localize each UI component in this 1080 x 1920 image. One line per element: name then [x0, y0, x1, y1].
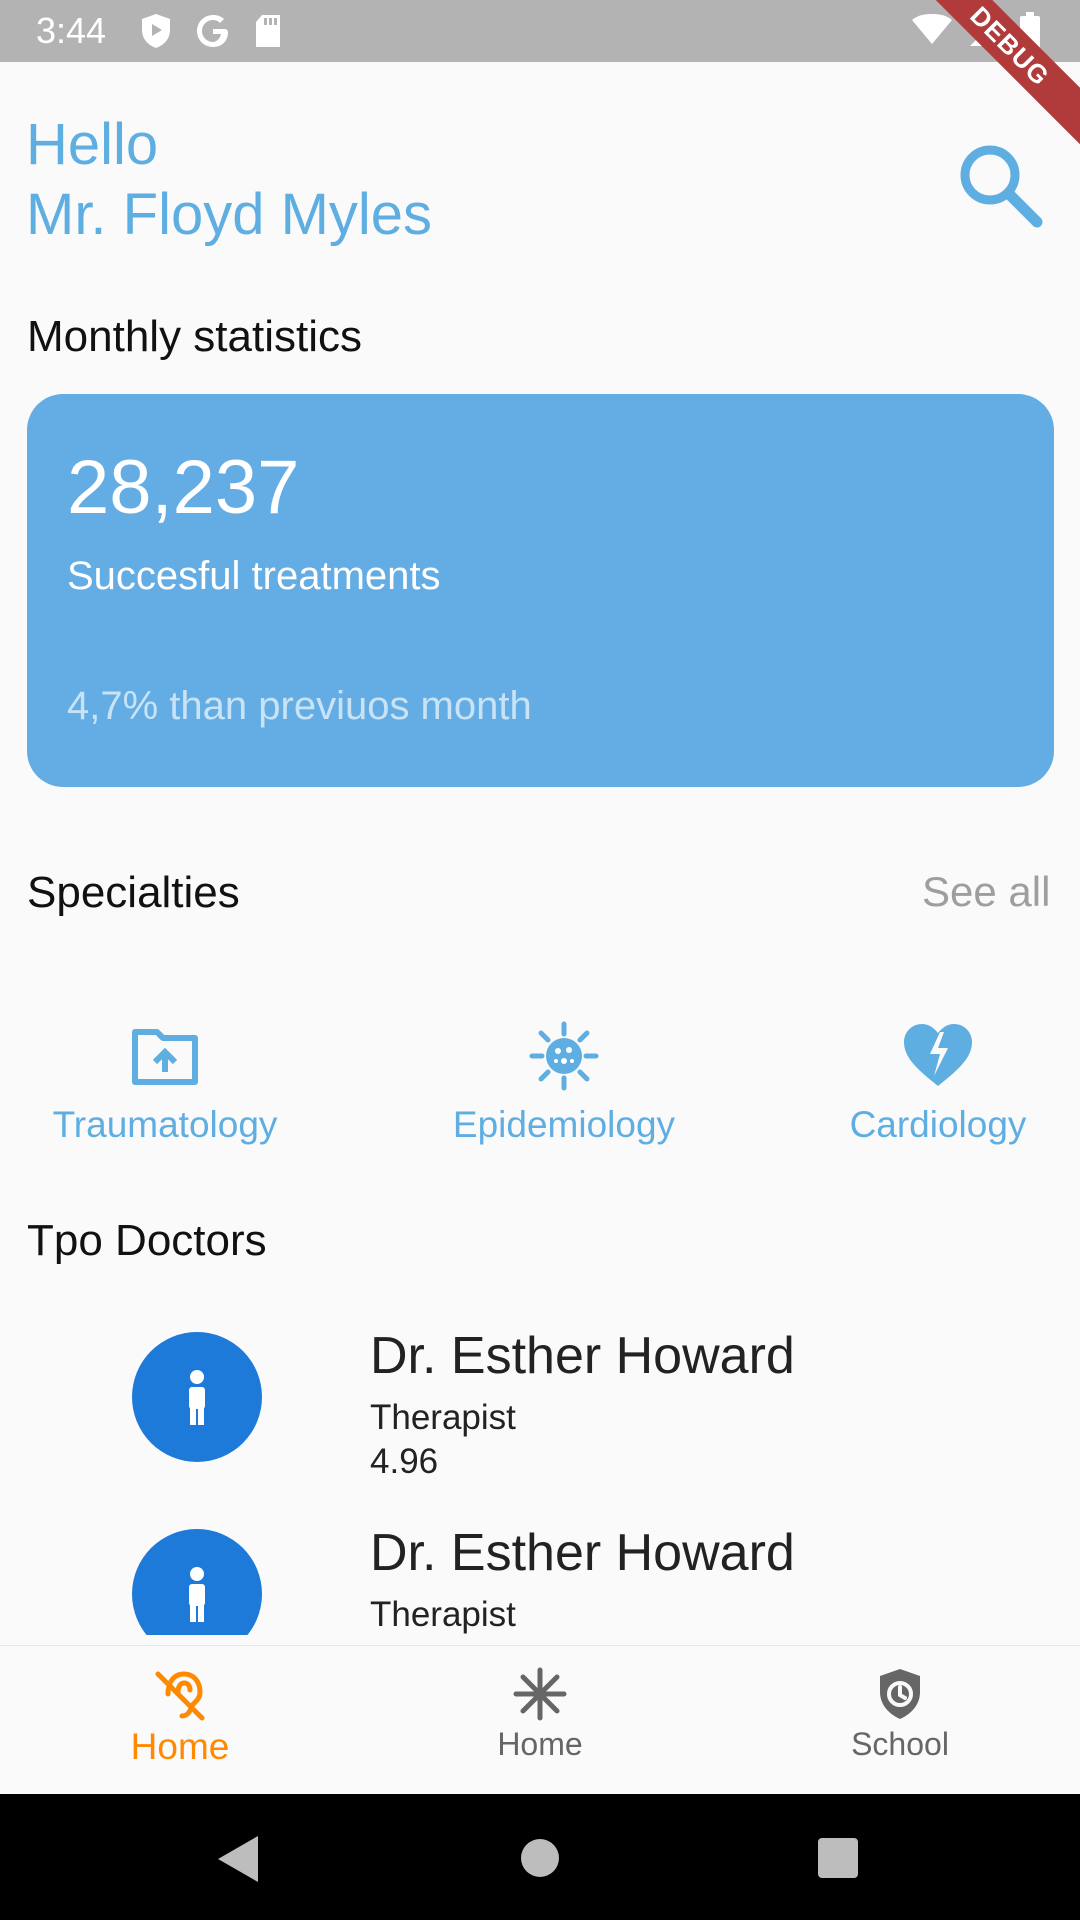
doctor-name: Dr. Esther Howard: [370, 1529, 795, 1582]
recents-icon[interactable]: [818, 1838, 858, 1878]
specialties-title: Specialties: [27, 868, 240, 917]
monthly-statistics-title: Monthly statistics: [27, 312, 362, 361]
nav-item-home-secondary[interactable]: Home: [410, 1666, 670, 1763]
system-navigation-bar: [0, 1794, 1080, 1920]
specialty-label: Traumatology: [52, 1104, 278, 1145]
stats-value: 28,237: [67, 445, 300, 530]
specialty-label: Epidemiology: [452, 1104, 676, 1145]
avatar: [132, 1332, 262, 1462]
specialty-cardiology[interactable]: Cardiology: [808, 1020, 1068, 1146]
doctor-row[interactable]: Dr. Esther Howard Therapist 4.96: [0, 1327, 1080, 1512]
sd-card-icon: [256, 15, 280, 47]
home-icon[interactable]: [520, 1838, 560, 1878]
nav-item-school[interactable]: School: [770, 1666, 1030, 1763]
folder-upload-icon: [132, 1029, 198, 1085]
wifi-icon: [912, 14, 952, 44]
broken-heart-icon: [904, 1024, 972, 1086]
virus-icon: [529, 1021, 599, 1091]
doctor-role: Therapist: [370, 1595, 516, 1634]
stats-card: 28,237 Succesful treatments 4,7% than pr…: [27, 394, 1054, 787]
nav-label: Home: [497, 1726, 583, 1762]
back-icon[interactable]: [214, 1834, 260, 1884]
shield-icon: [142, 14, 170, 48]
doctor-name: Dr. Esther Howard: [370, 1327, 795, 1385]
nav-label: School: [851, 1726, 949, 1762]
hearing-disabled-icon: [155, 1671, 205, 1721]
status-icons-left: [140, 12, 282, 50]
nav-item-home[interactable]: Home: [50, 1666, 310, 1768]
see-all-link[interactable]: See all: [922, 868, 1050, 916]
greeting-user-name: Mr. Floyd Myles: [26, 182, 433, 247]
snowflake-icon: [513, 1667, 567, 1721]
specialty-epidemiology[interactable]: Epidemiology: [434, 1020, 694, 1146]
greeting: Hello Mr. Floyd Myles: [26, 110, 432, 250]
specialty-label: Cardiology: [849, 1104, 1027, 1145]
greeting-hello: Hello: [26, 112, 159, 177]
person-icon: [189, 1370, 205, 1425]
shield-clock-icon: [880, 1669, 920, 1719]
person-icon: [189, 1567, 205, 1622]
doctor-rating: 4.96: [370, 1442, 439, 1481]
search-icon: [960, 145, 1043, 228]
bottom-navigation: Home Home School: [0, 1645, 1080, 1795]
status-bar: 3:44 DEBUG: [0, 0, 1080, 160]
stats-label: Succesful treatments: [67, 554, 441, 598]
status-time: 3:44: [36, 10, 107, 51]
specialty-traumatology[interactable]: Traumatology: [35, 1020, 295, 1146]
avatar: [132, 1529, 262, 1635]
stats-change: 4,7% than previuos month: [67, 684, 532, 728]
nav-label: Home: [130, 1726, 230, 1767]
search-button[interactable]: [955, 140, 1045, 230]
doctor-role: Therapist: [370, 1398, 516, 1437]
google-icon: [197, 15, 228, 47]
top-doctors-title: Tpo Doctors: [27, 1216, 267, 1265]
doctor-row[interactable]: Dr. Esther Howard Therapist: [0, 1529, 1080, 1635]
